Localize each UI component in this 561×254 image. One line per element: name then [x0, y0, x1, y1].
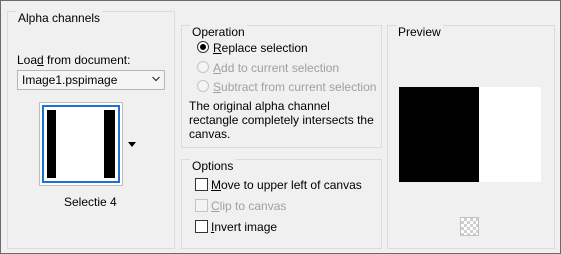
move-to-upper-left-checkbox[interactable] — [195, 178, 208, 191]
invert-image-label[interactable]: Invert image — [211, 220, 277, 234]
clip-to-canvas-label[interactable]: Clip to canvas — [211, 199, 286, 213]
thumbnail-dropdown-icon[interactable] — [128, 142, 136, 147]
thumbnail-selection-border — [42, 105, 120, 183]
preview-title: Preview — [396, 25, 443, 39]
checkerboard-icon[interactable] — [460, 217, 479, 236]
alpha-channel-dialog: Alpha channels Load from document: Image… — [0, 0, 561, 254]
operation-description: The original alpha channel rectangle com… — [189, 99, 374, 141]
subtract-from-selection-radio[interactable] — [197, 80, 209, 92]
channel-thumbnail[interactable] — [39, 102, 123, 186]
operation-title: Operation — [190, 25, 247, 39]
load-from-document-label: Load from document: — [17, 53, 131, 67]
clip-to-canvas-checkbox[interactable] — [195, 199, 208, 212]
replace-selection-label[interactable]: Replace selection — [213, 41, 308, 55]
invert-image-checkbox[interactable] — [195, 220, 208, 233]
move-to-upper-left-label[interactable]: Move to upper left of canvas — [211, 178, 362, 192]
add-to-selection-radio[interactable] — [197, 61, 209, 73]
chevron-down-icon — [152, 76, 160, 82]
channel-thumbnail-image — [47, 110, 115, 178]
alpha-channels-title: Alpha channels — [16, 11, 103, 25]
add-to-selection-label[interactable]: Add to current selection — [213, 61, 339, 75]
document-select[interactable]: Image1.pspimage — [17, 70, 165, 90]
document-select-value: Image1.pspimage — [22, 73, 118, 87]
subtract-from-selection-label[interactable]: Subtract from current selection — [213, 80, 376, 94]
replace-selection-radio[interactable] — [197, 41, 209, 53]
options-title: Options — [190, 159, 236, 173]
thumbnail-caption: Selectie 4 — [64, 195, 117, 209]
preview-image — [399, 87, 541, 182]
radio-selected-dot — [200, 44, 206, 50]
